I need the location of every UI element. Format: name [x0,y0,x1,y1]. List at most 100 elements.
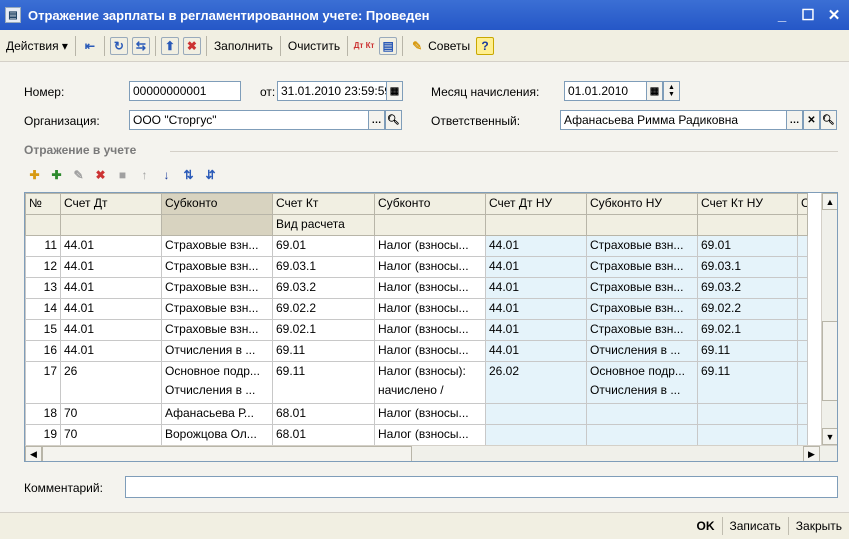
table-row[interactable]: 11 44.01 Страховые взн... 69.01 Налог (взнос… [25,235,808,257]
table-cell[interactable]: 70 [60,403,162,425]
table-cell[interactable]: 44.01 [60,340,162,362]
table-cell[interactable]: Страховые взн... [161,319,273,341]
table-cell[interactable]: Основное подр... Отчисления в ... [586,361,698,404]
table-cell[interactable]: 69.11 [697,340,798,362]
dt-kt-icon[interactable]: Дт Кт [353,37,375,55]
table-cell[interactable]: Налог (взносы... [374,256,486,278]
tips-icon[interactable]: ✎ [408,37,426,55]
table-cell[interactable] [797,340,808,362]
table-cell[interactable]: 68.01 [272,424,375,446]
column-header[interactable]: Субконто [161,193,273,215]
calendar-icon[interactable]: ▦ [386,81,403,101]
column-header[interactable]: Су [797,193,808,215]
table-cell[interactable]: 69.02.1 [272,319,375,341]
table-cell[interactable]: 44.01 [60,319,162,341]
table-cell[interactable] [485,424,587,446]
table-cell[interactable]: 69.02.1 [697,319,798,341]
table-cell[interactable]: Налог (взносы... [374,298,486,320]
close-window-button[interactable]: ✕ [823,4,845,26]
table-cell[interactable] [797,319,808,341]
table-cell[interactable]: 69.03.1 [697,256,798,278]
table-cell[interactable]: 44.01 [485,340,587,362]
refresh-icon[interactable]: ↻ [109,36,128,55]
table-cell[interactable]: 44.01 [60,277,162,299]
table-cell[interactable] [797,277,808,299]
table-cell[interactable]: Афанасьева Р... [161,403,273,425]
fill-button[interactable]: Заполнить [210,35,277,57]
organization-open-icon[interactable]: 🔍︎ [385,110,402,130]
table-cell[interactable]: Страховые взн... [161,277,273,299]
unpost-document-icon[interactable]: ✖ [182,36,201,55]
table-cell[interactable]: 19 [25,424,61,446]
table-cell[interactable]: 69.11 [272,340,375,362]
table-cell[interactable]: 69.01 [272,235,375,257]
table-cell[interactable]: 69.01 [697,235,798,257]
number-field[interactable]: 00000000001 [129,81,241,101]
column-header[interactable]: Счет Дт [60,193,162,215]
table-cell[interactable]: 44.01 [485,235,587,257]
scroll-left-icon[interactable]: ◀ [25,446,42,461]
month-calendar-icon[interactable]: ▦ [646,81,663,101]
table-cell[interactable] [797,256,808,278]
table-cell[interactable] [697,403,798,425]
help-icon[interactable]: ? [476,36,495,55]
table-cell[interactable]: Страховые взн... [161,235,273,257]
table-cell[interactable]: Страховые взн... [161,256,273,278]
table-cell[interactable]: 68.01 [272,403,375,425]
table-cell[interactable]: 69.11 [697,361,798,404]
table-cell[interactable]: 44.01 [485,298,587,320]
tips-button[interactable]: Советы [428,35,474,57]
column-header[interactable]: Субконто [374,193,486,215]
table-cell[interactable]: Ворожцова Ол... [161,424,273,446]
table-cell[interactable]: Налог (взносы... [374,403,486,425]
table-cell[interactable]: 44.01 [60,256,162,278]
table-row[interactable]: 17 26 Основное подр... Отчисления в ... 69.1… [25,361,808,404]
table-cell[interactable]: 69.03.2 [272,277,375,299]
enter-arrow-icon[interactable]: ⇤ [81,37,99,55]
table-row[interactable]: 18 70 Афанасьева Р... 68.01 Налог (взносы... [25,403,808,425]
scroll-right-icon[interactable]: ▶ [803,446,820,461]
actions-menu[interactable]: Действия ▾ [2,35,72,57]
sort-desc-icon[interactable]: ⇵ [202,167,219,184]
table-cell[interactable]: 44.01 [485,277,587,299]
table-cell[interactable]: Страховые взн... [586,319,698,341]
table-cell[interactable] [797,403,808,425]
column-header[interactable]: Счет Кт [272,193,375,215]
postings-grid[interactable]: № Счет Дт Субконто Счет Кт Субконто Счет… [24,192,838,462]
vertical-scroll-thumb[interactable] [822,321,837,401]
table-row[interactable]: 15 44.01 Страховые взн... 69.02.1 Налог (взн… [25,319,808,341]
table-cell[interactable] [586,403,698,425]
maximize-button[interactable]: ☐ [797,4,819,26]
move-down-icon[interactable]: ↓ [158,167,175,184]
delete-row-icon[interactable]: ✖ [92,167,109,184]
close-button[interactable]: Закрыть [789,516,849,536]
organization-field[interactable]: ООО "Сторгус" [129,110,369,130]
move-up-icon[interactable]: ↑ [136,167,153,184]
table-cell[interactable]: Страховые взн... [586,256,698,278]
table-cell[interactable]: Страховые взн... [161,298,273,320]
scroll-up-icon[interactable]: ▲ [822,193,837,210]
table-cell[interactable] [797,298,808,320]
table-cell[interactable]: 69.11 [272,361,375,404]
responsible-open-icon[interactable]: 🔍︎ [820,110,837,130]
table-cell[interactable]: 13 [25,277,61,299]
table-row[interactable]: 13 44.01 Страховые взн... 69.03.2 Налог (взн… [25,277,808,299]
table-row[interactable]: 19 70 Ворожцова Ол... 68.01 Налог (взносы... [25,424,808,446]
table-cell[interactable]: 44.01 [60,298,162,320]
table-cell[interactable]: Налог (взносы): начислено / [374,361,486,404]
comment-field[interactable] [125,476,838,498]
table-cell[interactable]: 18 [25,403,61,425]
table-cell[interactable]: Налог (взносы... [374,277,486,299]
table-cell[interactable]: Страховые взн... [586,235,698,257]
table-cell[interactable]: 11 [25,235,61,257]
minimize-button[interactable]: _ [771,4,793,26]
responsible-select-icon[interactable]: … [786,110,803,130]
ok-button[interactable]: OK [690,516,722,536]
table-cell[interactable]: 26.02 [485,361,587,404]
end-edit-icon[interactable]: ■ [114,167,131,184]
table-cell[interactable] [797,424,808,446]
table-cell[interactable]: Основное подр... Отчисления в ... [161,361,273,404]
clear-button[interactable]: Очистить [284,35,344,57]
horizontal-scrollbar[interactable]: ◀ ▶ [25,445,837,461]
table-cell[interactable]: Налог (взносы... [374,235,486,257]
